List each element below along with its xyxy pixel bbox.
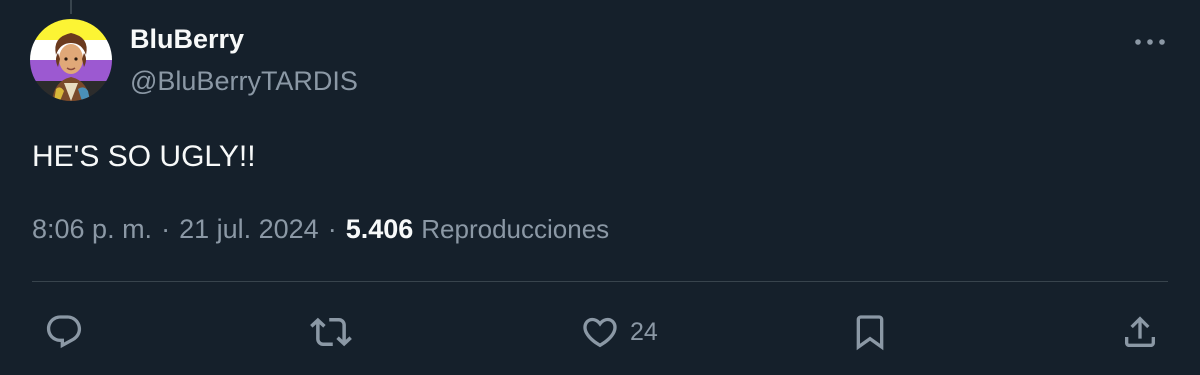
tweet-text: HE'S SO UGLY!! [32,140,256,173]
retweet-button[interactable] [310,310,352,354]
tweet-time[interactable]: 8:06 p. m. [32,214,152,245]
reply-button[interactable] [44,310,84,354]
reply-icon [46,315,82,349]
author-display-name[interactable]: BluBerry [130,24,244,55]
bookmark-button[interactable] [850,310,890,354]
divider [32,281,1168,282]
bookmark-icon [856,315,884,351]
retweet-icon [310,317,352,347]
tweet-metadata: 8:06 p. m. · 21 jul. 2024 · 5.406 Reprod… [32,214,609,245]
meta-separator: · [327,214,337,244]
tweet-date[interactable]: 21 jul. 2024 [179,214,319,245]
heart-icon [583,317,617,348]
like-count: 24 [630,317,658,346]
thread-connector-line [70,0,72,14]
more-options-button[interactable] [1128,24,1172,60]
author-handle[interactable]: @BluBerryTARDIS [130,66,358,97]
more-icon [1135,39,1165,45]
avatar[interactable] [30,19,112,101]
like-button[interactable]: 24 [580,310,658,354]
avatar-image [30,19,112,101]
views-count: 5.406 [345,214,414,244]
share-button[interactable] [1120,310,1160,354]
share-icon [1125,316,1155,347]
views-label: Reproducciones [421,214,610,244]
meta-separator: · [161,214,171,244]
